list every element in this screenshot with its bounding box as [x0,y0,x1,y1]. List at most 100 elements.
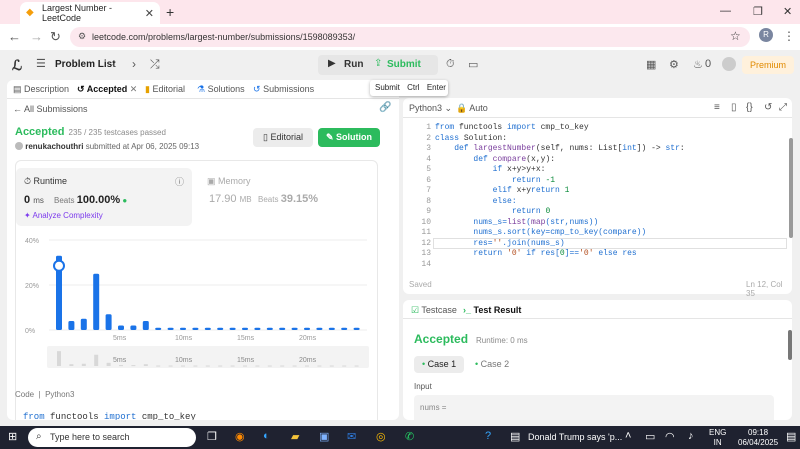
tab-title: Largest Number - LeetCode [42,3,113,23]
help-icon[interactable]: ? [485,430,491,442]
clock[interactable]: 09:18 06/04/2025 [738,428,778,448]
mini-bar [94,354,99,366]
volume-icon[interactable]: ♪ [688,430,694,442]
tab-test-result[interactable]: ›_ Test Result [463,305,521,315]
note-icon[interactable]: ▭ [468,58,478,71]
line-numbers: 1 2 3 4 5 6 7 8 9 10 11 12 13 14 [411,123,431,270]
auto-mode-toggle[interactable]: 🔒 Auto [456,103,488,114]
bookmark-icon[interactable]: ▯ [731,102,737,113]
tab-solutions[interactable]: ⚗ Solutions [197,84,245,95]
x-tick-label: 5ms [113,335,127,342]
trophy-icon: ● [122,196,128,205]
tab-accepted[interactable]: ↺ Accepted ✕ [77,84,137,95]
maximize-icon[interactable]: ❐ [753,5,763,18]
wifi-icon[interactable]: ◠ [665,430,675,443]
news-headline[interactable]: Donald Trump says 'p... [528,432,622,442]
profile-avatar[interactable]: R [759,28,773,42]
problem-list-link[interactable]: Problem List [55,59,116,70]
whatsapp-icon[interactable]: ✆ [405,430,414,443]
user-avatar[interactable] [722,57,736,71]
runtime-card[interactable]: ⏱ Runtime ⓘ 0 ms Beats 100.00% ● ✦ Analy… [16,168,192,226]
settings-gear-icon[interactable]: ⚙ [669,58,679,71]
tab-testcase[interactable]: ☑ Testcase [411,305,457,316]
language-indicator[interactable]: ENG IN [709,428,726,448]
run-button[interactable]: Run [344,59,363,70]
username[interactable]: renukachouthri [25,142,83,151]
prev-problem-icon[interactable]: ‹ [112,57,116,71]
new-tab-icon[interactable]: + [166,4,174,20]
chrome-icon[interactable]: ◎ [376,430,386,443]
reload-icon[interactable]: ↻ [50,29,61,45]
premium-button[interactable]: Premium [742,56,794,74]
edge-icon[interactable]: ◐ [263,430,270,442]
all-submissions-link[interactable]: ← All Submissions [13,104,88,114]
mini-bar [143,364,148,366]
list-icon[interactable]: ☰ [36,57,46,70]
reset-icon[interactable]: ↺ [764,102,772,113]
url-text: leetcode.com/problems/largest-number/sub… [92,32,356,42]
bar [105,314,112,330]
analyze-complexity-link[interactable]: ✦ Analyze Complexity [24,211,103,220]
next-problem-icon[interactable]: › [132,57,136,71]
close-tab-icon[interactable]: ✕ [130,84,138,94]
browser-menu-icon[interactable]: ⋮ [783,29,795,43]
highlight-marker [53,259,65,272]
window-close-icon[interactable]: ✕ [783,5,792,18]
leetcode-logo-icon[interactable]: ℒ [12,57,26,73]
solution-button[interactable]: ✎ Solution [318,128,380,147]
runtime-distribution-chart[interactable]: 40% 20% 0% 5ms 10ms 15ms 20ms 5ms 10ms 15ms 20ms [17,232,377,374]
share-link-icon[interactable]: 🔗 [379,102,391,113]
task-view-icon[interactable]: ❐ [207,430,217,443]
submit-button[interactable]: Submit [387,59,421,70]
tab-editorial[interactable]: ▮ Editorial [145,84,185,95]
memory-card[interactable]: ▣ Memory 17.90 MB Beats 39.15% [207,176,377,226]
news-icon[interactable]: ▤ [510,430,520,443]
back-icon[interactable]: ← [8,29,21,44]
streak-fire-icon[interactable]: ♨ [693,58,703,71]
line-number: 2 [426,133,431,143]
url-field[interactable]: ⚙ leetcode.com/problems/largest-number/s… [70,27,750,47]
test-result-panel: ☑ Testcase ›_ Test Result Accepted Runtim… [403,300,792,420]
code-text[interactable]: from functools import cmp_to_key class S… [435,123,775,260]
mini-bar [317,365,322,367]
browser-tab[interactable]: ◆ Largest Number - LeetCode ✕ [20,2,160,24]
left-tabs: ▤ Description ↺ Accepted ✕ ▮ Editorial ⚗… [7,80,399,99]
braces-icon[interactable]: {} [746,102,753,113]
input-box: nums = [414,395,774,420]
mini-bar [181,365,185,367]
test-panel-scrollbar[interactable] [788,330,792,360]
network-icon[interactable]: ▭ [645,430,655,443]
layout-icon[interactable]: ▦ [646,58,656,71]
copilot-icon[interactable]: ◉ [235,430,245,443]
windows-start-icon[interactable]: ⊞ [8,430,17,443]
tray-chevron-icon[interactable]: ˄ [625,430,631,442]
submission-user-line: renukachouthri submitted at Apr 06, 2025… [15,142,199,151]
tab-description[interactable]: ▤ Description [13,84,69,95]
language-select[interactable]: Python3 ⌄ [409,103,452,114]
store-icon[interactable]: ▣ [319,430,329,443]
upload-icon: ⇪ [374,58,383,69]
case-2-tab[interactable]: • Case 2 [467,356,517,373]
tab-submissions[interactable]: ↺ Submissions [253,84,314,95]
mini-bar [267,365,272,367]
info-icon[interactable]: ⓘ [175,175,184,188]
taskbar-search[interactable]: ⌕ Type here to search [28,428,196,447]
case-1-tab[interactable]: • Case 1 [414,356,465,373]
format-icon[interactable]: ≡ [714,102,720,113]
timer-icon[interactable]: ⏱ [446,58,455,71]
close-tab-icon[interactable]: ✕ [145,7,154,20]
x-tick-label: 10ms [175,335,193,342]
bookmark-star-icon[interactable]: ☆ [730,29,741,43]
fullscreen-icon[interactable]: ⤢ [779,102,787,113]
site-info-icon[interactable]: ⚙ [78,31,86,42]
editorial-button[interactable]: ▯ Editorial [253,128,313,147]
mini-bar [106,362,111,366]
line-number: 4 [426,154,431,164]
shuffle-icon[interactable]: ⤮ [150,57,160,72]
file-explorer-icon[interactable]: ▰ [291,430,299,443]
minimize-icon[interactable]: — [720,5,731,17]
editor-scrollbar[interactable] [789,138,793,238]
notifications-icon[interactable]: ▤ [786,430,796,443]
outlook-icon[interactable]: ✉ [347,430,356,443]
forward-icon[interactable]: → [30,29,43,44]
